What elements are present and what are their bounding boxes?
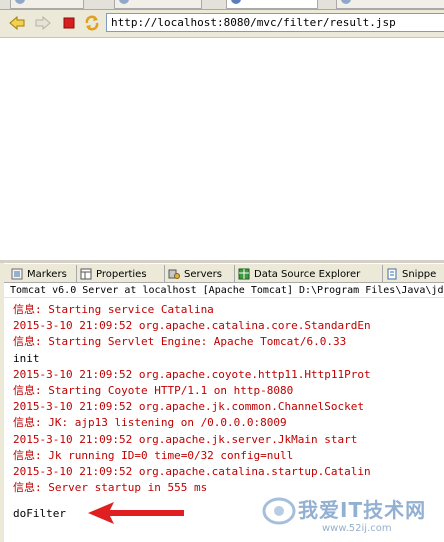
log-line: 2015-3-10 21:09:52 org.apache.jk.server.… xyxy=(13,432,358,446)
watermark-url: www.52ij.com xyxy=(322,523,392,534)
tab-label: Properties xyxy=(96,268,147,280)
log-line: 信息: Jk running ID=0 time=0/32 config=nul… xyxy=(13,448,294,462)
tab-label: Servers xyxy=(184,268,223,280)
tab-properties[interactable]: Properties xyxy=(77,265,165,283)
watermark: 我爱IT技术网 www.52ij.com xyxy=(262,492,444,542)
log-line: 2015-3-10 21:09:52 org.apache.jk.common.… xyxy=(13,400,364,414)
log-line: 信息: Starting Servlet Engine: Apache Tomc… xyxy=(13,335,347,349)
forward-button[interactable] xyxy=(34,14,52,32)
tab-markers[interactable]: Markers xyxy=(8,265,77,283)
properties-icon xyxy=(80,268,92,280)
back-arrow-icon xyxy=(9,16,25,30)
data-source-explorer-icon xyxy=(238,268,250,280)
tab-snippets[interactable]: Snippe xyxy=(383,265,444,283)
watermark-title: 我爱IT技术网 xyxy=(298,498,427,522)
tab-label: Snippe xyxy=(402,268,437,280)
servers-icon xyxy=(168,269,180,279)
back-button[interactable] xyxy=(8,14,26,32)
url-input[interactable]: http://localhost:8080/mvc/filter/result.… xyxy=(106,13,444,32)
tab-label: Markers xyxy=(27,268,67,280)
snippets-icon xyxy=(387,268,397,280)
views-tab-strip: Markers Properties Servers Data Source E… xyxy=(0,263,444,283)
browser-page-content xyxy=(0,38,444,260)
editor-tab[interactable] xyxy=(10,0,84,9)
log-line: 信息: Starting Coyote HTTP/1.1 on http-808… xyxy=(13,384,294,397)
log-line: init xyxy=(13,351,40,365)
markers-icon xyxy=(11,268,23,280)
log-line: 信息: Server startup in 555 ms xyxy=(13,481,208,495)
stop-icon xyxy=(63,17,75,29)
browser-toolbar: http://localhost:8080/mvc/filter/result.… xyxy=(0,10,444,38)
editor-tab[interactable] xyxy=(336,0,444,9)
globe-icon xyxy=(231,0,241,4)
watermark-logo-icon xyxy=(262,497,296,525)
red-arrow-annotation xyxy=(88,502,184,524)
editor-tab[interactable] xyxy=(114,0,202,9)
tab-data-source-explorer[interactable]: Data Source Explorer xyxy=(235,265,383,283)
stop-button[interactable] xyxy=(60,14,78,32)
log-line: 信息: JK: ajp13 listening on /0.0.0.0:8009 xyxy=(13,416,287,430)
editor-tab-browser[interactable] xyxy=(226,0,318,9)
refresh-icon xyxy=(85,15,99,31)
file-icon xyxy=(15,0,25,4)
left-border xyxy=(0,263,4,542)
editor-tab-strip xyxy=(0,0,444,10)
refresh-button[interactable] xyxy=(83,14,101,32)
log-line: 2015-3-10 21:09:52 org.apache.catalina.c… xyxy=(13,319,371,333)
log-line: 2015-3-10 21:09:52 org.apache.catalina.s… xyxy=(13,465,371,478)
log-line: doFilter xyxy=(13,507,66,520)
file-icon xyxy=(119,0,129,4)
tab-servers[interactable]: Servers xyxy=(165,265,235,283)
forward-arrow-icon xyxy=(35,16,51,30)
log-line: 2015-3-10 21:09:52 org.apache.coyote.htt… xyxy=(13,367,371,381)
console-process-label: Tomcat v6.0 Server at localhost [Apache … xyxy=(0,283,444,298)
log-line: 信息: Starting service Catalina xyxy=(13,303,214,316)
file-icon xyxy=(341,0,351,4)
tab-label: Data Source Explorer xyxy=(254,268,361,280)
